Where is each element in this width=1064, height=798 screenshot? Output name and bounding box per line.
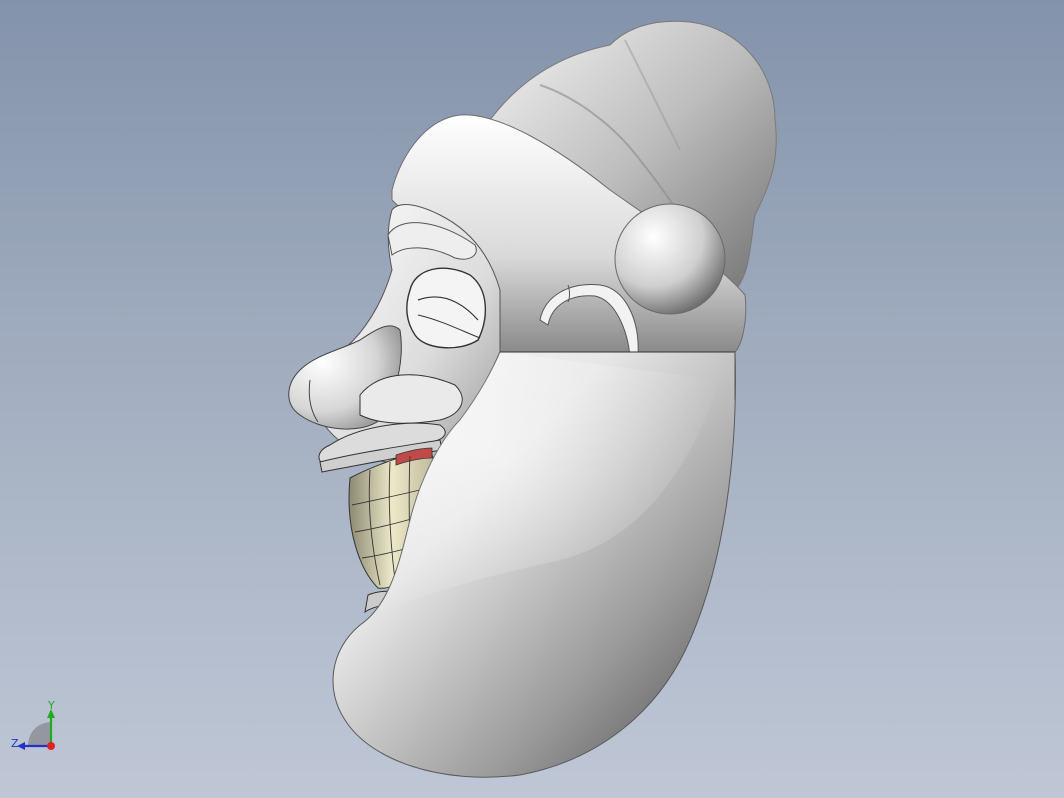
mustache <box>359 374 463 424</box>
x-axis-icon <box>47 742 55 750</box>
hat-pompom[interactable] <box>614 203 726 315</box>
graphics-viewport[interactable]: Y Z <box>0 0 1064 798</box>
z-axis-label: Z <box>11 737 19 750</box>
triad-base-icon <box>28 722 52 746</box>
santa-model[interactable] <box>0 0 1064 798</box>
coordinate-triad: Y Z <box>11 699 55 750</box>
y-axis-label: Y <box>47 699 55 712</box>
